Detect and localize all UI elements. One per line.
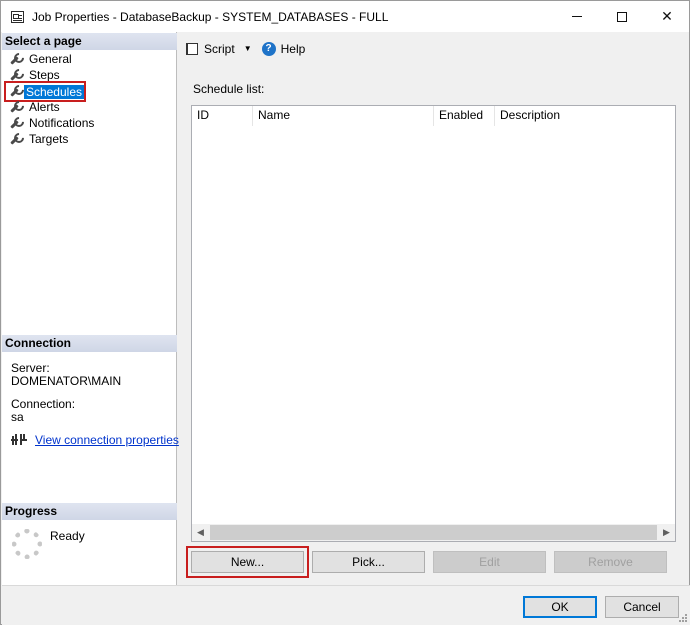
progress-status: Ready (50, 529, 85, 543)
view-connection-properties-text[interactable]: View connection properties (35, 433, 179, 447)
page-item-label: Schedules (23, 84, 84, 99)
wrench-icon (8, 69, 21, 82)
column-header-description[interactable]: Description (495, 106, 675, 126)
pick-button[interactable]: Pick... (312, 551, 425, 573)
page-item-label: Steps (29, 68, 60, 82)
schedule-list[interactable]: ID Name Enabled Description ◀ ▶ (191, 105, 676, 542)
scrollbar-thumb[interactable] (210, 525, 657, 540)
page-item-steps[interactable]: Steps (8, 67, 62, 83)
server-value: DOMENATOR\MAIN (11, 374, 122, 388)
schedule-list-label: Schedule list: (193, 82, 265, 96)
wrench-icon (8, 53, 21, 66)
page-item-notifications[interactable]: Notifications (8, 115, 96, 131)
page-item-label: General (29, 52, 72, 66)
page-item-label: Notifications (29, 116, 95, 130)
column-header-enabled[interactable]: Enabled (434, 106, 495, 126)
window-properties-icon (11, 10, 24, 23)
connection-label: Connection: (11, 397, 76, 411)
page-item-general[interactable]: General (8, 51, 74, 67)
resize-grip-icon[interactable] (677, 612, 687, 622)
close-icon: ✕ (661, 8, 673, 25)
server-label: Server: (11, 361, 50, 375)
maximize-button[interactable] (599, 1, 645, 32)
wrench-icon (8, 101, 21, 114)
minimize-button[interactable] (554, 1, 600, 32)
wrench-icon (8, 133, 21, 146)
column-header-name[interactable]: Name (253, 106, 434, 126)
connection-value: sa (11, 410, 24, 424)
help-icon: ? (261, 41, 276, 56)
toolbar: Script ▼ ? Help (178, 32, 689, 65)
plug-icon (11, 433, 29, 447)
page-item-label: Targets (29, 132, 69, 146)
connection-header: Connection (2, 335, 177, 352)
wrench-icon (8, 85, 18, 98)
scroll-right-icon[interactable]: ▶ (658, 524, 675, 541)
script-label: Script (204, 41, 235, 56)
remove-button[interactable]: Remove (554, 551, 667, 573)
window-title: Job Properties - DatabaseBackup - SYSTEM… (32, 9, 389, 24)
column-header-id[interactable]: ID (192, 106, 253, 126)
scroll-left-icon[interactable]: ◀ (192, 524, 209, 541)
minimize-icon (572, 16, 582, 17)
dialog-footer: OK Cancel (2, 585, 690, 625)
ok-button[interactable]: OK (523, 596, 597, 618)
page-item-alerts[interactable]: Alerts (8, 99, 62, 115)
close-button[interactable]: ✕ (644, 1, 690, 32)
maximize-icon (617, 11, 627, 22)
wrench-icon (8, 117, 21, 130)
title-bar[interactable]: Job Properties - DatabaseBackup - SYSTEM… (1, 1, 689, 32)
script-icon (186, 42, 198, 55)
help-label: Help (280, 41, 306, 56)
page-item-targets[interactable]: Targets (8, 131, 70, 147)
edit-button[interactable]: Edit (433, 551, 546, 573)
left-pane: Select a page General Steps Schedules Al… (2, 32, 179, 585)
job-properties-window: Job Properties - DatabaseBackup - SYSTEM… (0, 0, 690, 625)
progress-header: Progress (2, 503, 177, 520)
horizontal-scrollbar[interactable]: ◀ ▶ (192, 524, 675, 541)
help-button[interactable]: ? Help (256, 41, 306, 56)
script-button[interactable]: Script ▼ (186, 42, 256, 56)
view-connection-properties-link[interactable]: View connection properties (11, 433, 179, 447)
select-page-header: Select a page (2, 33, 177, 50)
cancel-button[interactable]: Cancel (605, 596, 679, 618)
new-button[interactable]: New... (191, 551, 304, 573)
page-item-label: Alerts (29, 100, 60, 114)
progress-spinner-icon (12, 529, 42, 559)
page-item-schedules[interactable]: Schedules (4, 81, 86, 102)
list-header: ID Name Enabled Description (192, 106, 675, 126)
chevron-down-icon[interactable]: ▼ (244, 44, 252, 53)
